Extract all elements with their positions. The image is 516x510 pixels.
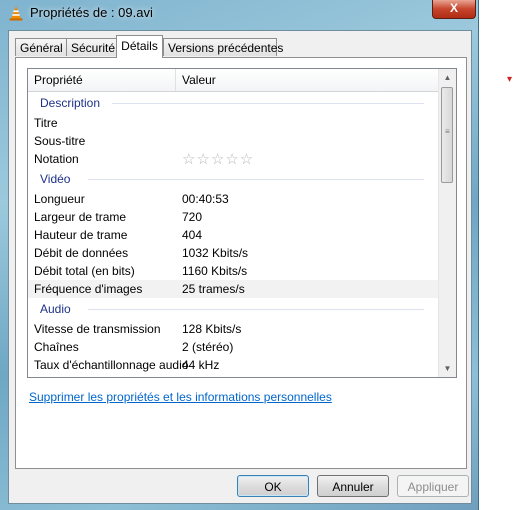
table-row[interactable]: Débit de données 1032 Kbits/s: [28, 244, 440, 262]
vertical-scrollbar[interactable]: ▲ ≡ ▼: [438, 69, 456, 377]
group-header-audio: Audio: [28, 298, 440, 320]
table-row[interactable]: Titre: [28, 114, 440, 132]
property-name: Fréquence d'images: [34, 282, 143, 296]
group-divider: [88, 179, 424, 180]
property-value: 2 (stéréo): [182, 340, 234, 354]
tab-security[interactable]: Sécurité: [66, 38, 117, 56]
table-row[interactable]: Vitesse de transmission 128 Kbits/s: [28, 320, 440, 338]
property-list[interactable]: Propriété Valeur Description Titre Sous-…: [27, 68, 457, 378]
group-label: Description: [40, 96, 101, 110]
list-header: Propriété Valeur: [28, 69, 440, 92]
group-label: Audio: [40, 302, 71, 316]
property-name: Débit de données: [34, 246, 129, 260]
table-row[interactable]: Taux d'échantillonnage audio 44 kHz: [28, 356, 440, 374]
title-bar[interactable]: Propriétés de : 09.avi X: [0, 0, 478, 26]
group-label: Vidéo: [40, 172, 71, 186]
property-name: Sous-titre: [34, 134, 86, 148]
table-row[interactable]: Notation ☆☆☆☆☆: [28, 150, 440, 168]
vlc-cone-icon: [9, 6, 23, 21]
scroll-down-icon[interactable]: ▼: [439, 360, 456, 377]
property-name: Chaînes: [34, 340, 79, 354]
property-name: Longueur: [34, 192, 85, 206]
column-header-value[interactable]: Valeur: [176, 69, 440, 91]
property-name: Titre: [34, 116, 58, 130]
table-row[interactable]: Hauteur de trame 404: [28, 226, 440, 244]
property-name: Taux d'échantillonnage audio: [34, 358, 189, 372]
close-icon: X: [449, 1, 458, 15]
table-row[interactable]: Chaînes 2 (stéréo): [28, 338, 440, 356]
ok-button[interactable]: OK: [237, 475, 309, 497]
property-name: Notation: [34, 152, 79, 166]
property-value: 720: [182, 210, 203, 224]
table-row-selected[interactable]: Fréquence d'images 25 trames/s: [28, 280, 440, 298]
properties-window: Propriétés de : 09.avi X Général Sécurit…: [0, 0, 479, 510]
dialog-body: Général Sécurité Détails Versions précéd…: [8, 30, 472, 504]
tab-previous-versions[interactable]: Versions précédentes: [163, 38, 283, 56]
property-name: Vitesse de transmission: [34, 322, 161, 336]
group-header-description: Description: [28, 92, 440, 114]
table-row[interactable]: Sous-titre: [28, 132, 440, 150]
property-name: Hauteur de trame: [34, 228, 128, 242]
property-value: 1032 Kbits/s: [182, 246, 249, 260]
remove-properties-link[interactable]: Supprimer les propriétés et les informat…: [29, 390, 332, 404]
property-value: 404: [182, 228, 203, 242]
property-value: 44 kHz: [182, 358, 220, 372]
list-rows: Description Titre Sous-titre Notation ☆☆…: [28, 92, 440, 374]
cursor-mark-icon: ▾: [507, 74, 513, 85]
tab-general[interactable]: Général: [15, 38, 67, 56]
close-button[interactable]: X: [432, 0, 476, 19]
window-title: Propriétés de : 09.avi: [30, 5, 153, 20]
property-value: 25 trames/s: [182, 282, 245, 296]
group-divider: [112, 103, 424, 104]
rating-stars-icon[interactable]: ☆☆☆☆☆: [182, 150, 254, 168]
property-value: 128 Kbits/s: [182, 322, 242, 336]
property-name: Largeur de trame: [34, 210, 127, 224]
cancel-button[interactable]: Annuler: [317, 475, 389, 497]
table-row[interactable]: Longueur 00:40:53: [28, 190, 440, 208]
group-header-video: Vidéo: [28, 168, 440, 190]
details-panel: Propriété Valeur Description Titre Sous-…: [15, 57, 467, 469]
column-header-property[interactable]: Propriété: [28, 69, 176, 91]
table-row[interactable]: Débit total (en bits) 1160 Kbits/s: [28, 262, 440, 280]
table-row[interactable]: Largeur de trame 720: [28, 208, 440, 226]
property-value: 00:40:53: [182, 192, 229, 206]
apply-button[interactable]: Appliquer: [397, 475, 469, 497]
scroll-thumb[interactable]: ≡: [441, 87, 453, 183]
property-value: 1160 Kbits/s: [182, 264, 248, 278]
group-divider: [88, 309, 424, 310]
grip-icon: ≡: [445, 127, 450, 136]
property-name: Débit total (en bits): [34, 264, 135, 278]
tab-details[interactable]: Détails: [116, 35, 163, 58]
scroll-up-icon[interactable]: ▲: [439, 69, 456, 86]
